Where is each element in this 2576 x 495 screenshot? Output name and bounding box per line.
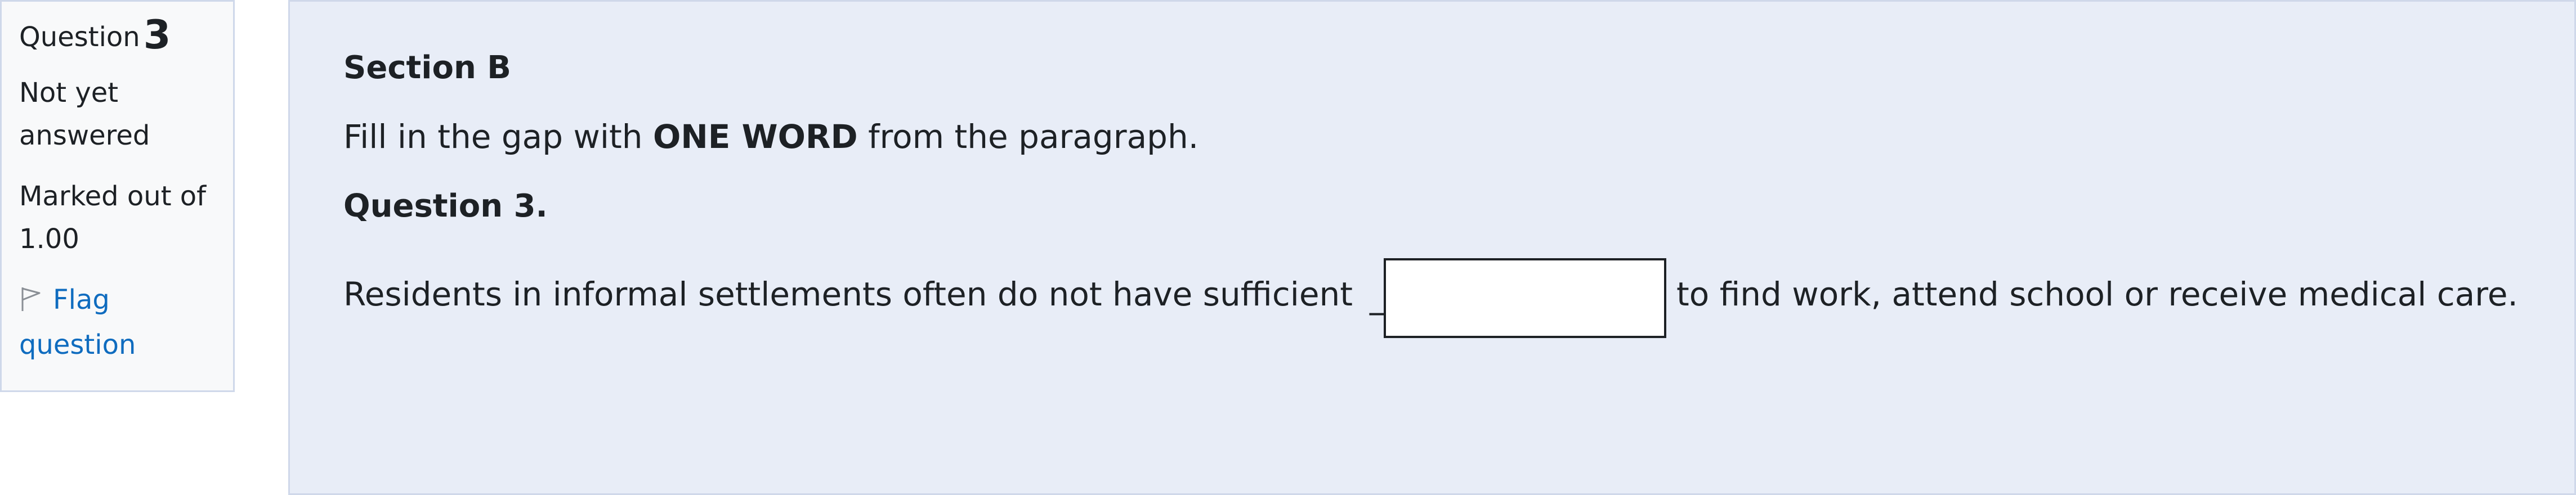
instruction-prefix: Fill in the gap with	[343, 118, 653, 156]
question-number: 3	[143, 12, 171, 58]
question-info-panel: Question3 Not yet answered Marked out of…	[0, 0, 235, 392]
question-state: Not yet answered	[19, 77, 150, 151]
instruction-text: Fill in the gap with ONE WORD from the p…	[343, 107, 2574, 166]
section-title: Section B	[343, 50, 511, 86]
question-content: Section B Fill in the gap with ONE WORD …	[288, 0, 2576, 495]
question-sentence: Residents in informal settlements often …	[343, 253, 2574, 339]
flag-icon[interactable]	[19, 281, 43, 311]
grade-label: Marked out of	[19, 181, 207, 212]
question-grade: Marked out of 1.00	[19, 175, 233, 260]
instruction-suffix: from the paragraph.	[857, 118, 1199, 156]
question-title: Question 3.	[343, 188, 548, 224]
question-label: Question	[19, 21, 140, 53]
flag-question-link[interactable]: Flag question	[19, 277, 166, 367]
gap-wrapper: _	[1370, 254, 1667, 339]
sentence-before: Residents in informal settlements often …	[343, 275, 1353, 313]
sentence-after: to find work, attend school or receive m…	[1676, 275, 2518, 313]
answer-input[interactable]	[1384, 258, 1667, 339]
instruction-emphasis: ONE WORD	[652, 118, 858, 156]
grade-value: 1.00	[19, 223, 79, 255]
question-number-heading: Question3	[19, 15, 233, 56]
